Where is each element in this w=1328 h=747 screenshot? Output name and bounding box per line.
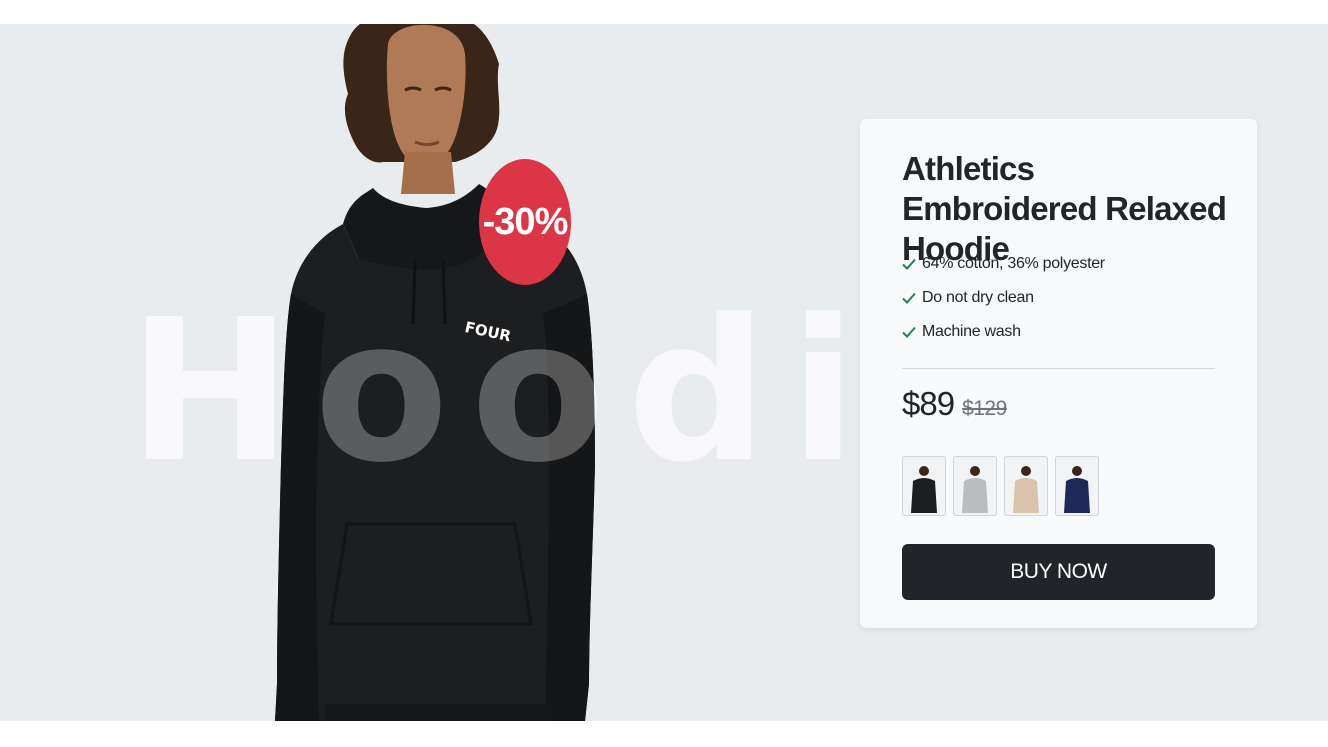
feature-text: Machine wash (922, 323, 1021, 340)
price-row: $89 $129 (902, 385, 1007, 423)
swatch-grey[interactable] (953, 456, 997, 516)
divider (902, 368, 1215, 369)
feature-item: Do not dry clean (902, 281, 1105, 315)
product-hero: Hoodie FOUR Hoodie -30% Athletics Embroi… (0, 24, 1328, 721)
swatch-black[interactable] (902, 456, 946, 516)
buy-now-button[interactable]: BUY NOW (902, 544, 1215, 600)
feature-item: Machine wash (902, 315, 1105, 349)
discount-badge: -30% (479, 159, 571, 285)
product-card: Athletics Embroidered Relaxed Hoodie 64%… (860, 119, 1257, 628)
swatch-navy[interactable] (1055, 456, 1099, 516)
product-image: FOUR (275, 24, 595, 721)
feature-item: 64% cotton, 36% polyester (902, 247, 1105, 281)
current-price: $89 (902, 385, 955, 422)
original-price: $129 (962, 397, 1007, 420)
feature-text: 64% cotton, 36% polyester (922, 255, 1105, 272)
feature-text: Do not dry clean (922, 289, 1034, 306)
feature-list: 64% cotton, 36% polyester Do not dry cle… (902, 247, 1105, 349)
color-swatches (902, 456, 1099, 516)
check-icon (902, 326, 916, 338)
check-icon (902, 258, 916, 270)
check-icon (902, 292, 916, 304)
swatch-beige[interactable] (1004, 456, 1048, 516)
